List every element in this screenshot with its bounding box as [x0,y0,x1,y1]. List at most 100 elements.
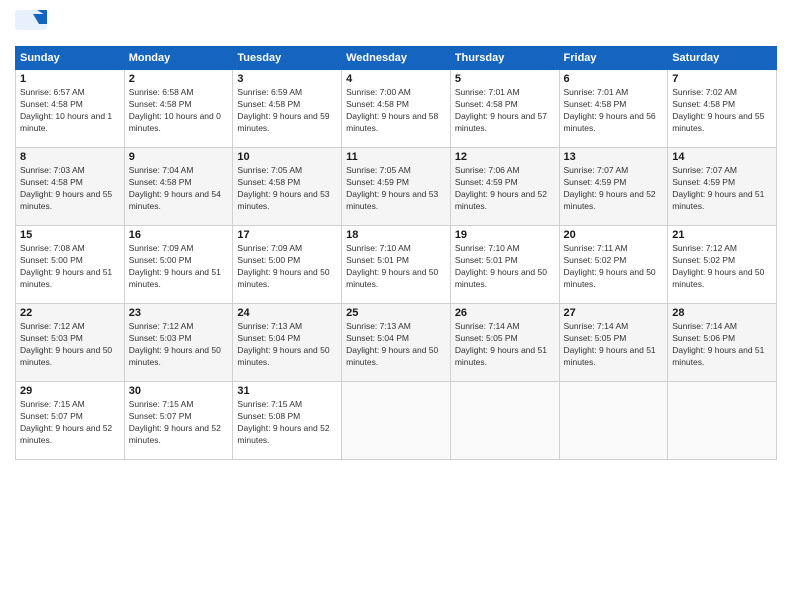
calendar-cell: 3 Sunrise: 6:59 AM Sunset: 4:58 PM Dayli… [233,70,342,148]
calendar-cell [668,382,777,460]
day-number: 5 [455,73,555,85]
day-info: Sunrise: 7:07 AM Sunset: 4:59 PM Dayligh… [564,165,664,213]
day-info: Sunrise: 7:06 AM Sunset: 4:59 PM Dayligh… [455,165,555,213]
day-number: 20 [564,229,664,241]
day-info: Sunrise: 7:15 AM Sunset: 5:07 PM Dayligh… [129,399,229,447]
day-info: Sunrise: 7:01 AM Sunset: 4:58 PM Dayligh… [455,87,555,135]
calendar-cell: 2 Sunrise: 6:58 AM Sunset: 4:58 PM Dayli… [124,70,233,148]
weekday-header-friday: Friday [559,47,668,70]
calendar-cell: 18 Sunrise: 7:10 AM Sunset: 5:01 PM Dayl… [342,226,451,304]
day-info: Sunrise: 7:00 AM Sunset: 4:58 PM Dayligh… [346,87,446,135]
weekday-header-tuesday: Tuesday [233,47,342,70]
day-info: Sunrise: 7:09 AM Sunset: 5:00 PM Dayligh… [129,243,229,291]
calendar-cell: 10 Sunrise: 7:05 AM Sunset: 4:58 PM Dayl… [233,148,342,226]
day-number: 25 [346,307,446,319]
logo-icon [15,10,47,38]
day-number: 22 [20,307,120,319]
weekday-header-thursday: Thursday [450,47,559,70]
day-info: Sunrise: 7:05 AM Sunset: 4:59 PM Dayligh… [346,165,446,213]
day-info: Sunrise: 7:10 AM Sunset: 5:01 PM Dayligh… [455,243,555,291]
day-info: Sunrise: 7:10 AM Sunset: 5:01 PM Dayligh… [346,243,446,291]
day-info: Sunrise: 6:59 AM Sunset: 4:58 PM Dayligh… [237,87,337,135]
calendar-cell: 20 Sunrise: 7:11 AM Sunset: 5:02 PM Dayl… [559,226,668,304]
day-info: Sunrise: 7:15 AM Sunset: 5:07 PM Dayligh… [20,399,120,447]
calendar-cell: 9 Sunrise: 7:04 AM Sunset: 4:58 PM Dayli… [124,148,233,226]
day-number: 31 [237,385,337,397]
weekday-header-monday: Monday [124,47,233,70]
day-info: Sunrise: 7:09 AM Sunset: 5:00 PM Dayligh… [237,243,337,291]
day-number: 8 [20,151,120,163]
day-number: 24 [237,307,337,319]
weekday-header-sunday: Sunday [16,47,125,70]
calendar-cell: 31 Sunrise: 7:15 AM Sunset: 5:08 PM Dayl… [233,382,342,460]
day-number: 15 [20,229,120,241]
day-info: Sunrise: 7:11 AM Sunset: 5:02 PM Dayligh… [564,243,664,291]
day-info: Sunrise: 7:05 AM Sunset: 4:58 PM Dayligh… [237,165,337,213]
day-number: 21 [672,229,772,241]
day-number: 30 [129,385,229,397]
day-number: 18 [346,229,446,241]
calendar-cell: 4 Sunrise: 7:00 AM Sunset: 4:58 PM Dayli… [342,70,451,148]
calendar-cell: 12 Sunrise: 7:06 AM Sunset: 4:59 PM Dayl… [450,148,559,226]
calendar-cell [450,382,559,460]
day-info: Sunrise: 6:57 AM Sunset: 4:58 PM Dayligh… [20,87,120,135]
calendar-cell [559,382,668,460]
calendar-cell: 29 Sunrise: 7:15 AM Sunset: 5:07 PM Dayl… [16,382,125,460]
day-number: 9 [129,151,229,163]
day-number: 11 [346,151,446,163]
day-info: Sunrise: 7:14 AM Sunset: 5:05 PM Dayligh… [455,321,555,369]
day-number: 28 [672,307,772,319]
day-number: 10 [237,151,337,163]
weekday-header-saturday: Saturday [668,47,777,70]
day-info: Sunrise: 7:13 AM Sunset: 5:04 PM Dayligh… [237,321,337,369]
calendar-cell: 30 Sunrise: 7:15 AM Sunset: 5:07 PM Dayl… [124,382,233,460]
calendar-cell: 7 Sunrise: 7:02 AM Sunset: 4:58 PM Dayli… [668,70,777,148]
calendar-cell: 17 Sunrise: 7:09 AM Sunset: 5:00 PM Dayl… [233,226,342,304]
calendar-cell: 23 Sunrise: 7:12 AM Sunset: 5:03 PM Dayl… [124,304,233,382]
calendar-cell: 15 Sunrise: 7:08 AM Sunset: 5:00 PM Dayl… [16,226,125,304]
day-info: Sunrise: 7:13 AM Sunset: 5:04 PM Dayligh… [346,321,446,369]
calendar-cell: 24 Sunrise: 7:13 AM Sunset: 5:04 PM Dayl… [233,304,342,382]
calendar-cell: 13 Sunrise: 7:07 AM Sunset: 4:59 PM Dayl… [559,148,668,226]
day-number: 3 [237,73,337,85]
day-number: 6 [564,73,664,85]
day-number: 19 [455,229,555,241]
day-number: 14 [672,151,772,163]
calendar-cell: 8 Sunrise: 7:03 AM Sunset: 4:58 PM Dayli… [16,148,125,226]
day-info: Sunrise: 7:04 AM Sunset: 4:58 PM Dayligh… [129,165,229,213]
calendar-cell: 11 Sunrise: 7:05 AM Sunset: 4:59 PM Dayl… [342,148,451,226]
day-info: Sunrise: 6:58 AM Sunset: 4:58 PM Dayligh… [129,87,229,135]
calendar-cell: 26 Sunrise: 7:14 AM Sunset: 5:05 PM Dayl… [450,304,559,382]
day-number: 7 [672,73,772,85]
calendar-cell: 1 Sunrise: 6:57 AM Sunset: 4:58 PM Dayli… [16,70,125,148]
day-info: Sunrise: 7:08 AM Sunset: 5:00 PM Dayligh… [20,243,120,291]
day-number: 16 [129,229,229,241]
calendar-cell: 28 Sunrise: 7:14 AM Sunset: 5:06 PM Dayl… [668,304,777,382]
day-number: 17 [237,229,337,241]
day-number: 1 [20,73,120,85]
day-info: Sunrise: 7:14 AM Sunset: 5:06 PM Dayligh… [672,321,772,369]
day-number: 29 [20,385,120,397]
day-info: Sunrise: 7:07 AM Sunset: 4:59 PM Dayligh… [672,165,772,213]
calendar-cell: 5 Sunrise: 7:01 AM Sunset: 4:58 PM Dayli… [450,70,559,148]
day-number: 13 [564,151,664,163]
day-info: Sunrise: 7:14 AM Sunset: 5:05 PM Dayligh… [564,321,664,369]
calendar-table: SundayMondayTuesdayWednesdayThursdayFrid… [15,46,777,460]
calendar-cell: 27 Sunrise: 7:14 AM Sunset: 5:05 PM Dayl… [559,304,668,382]
calendar-cell: 19 Sunrise: 7:10 AM Sunset: 5:01 PM Dayl… [450,226,559,304]
calendar-cell: 21 Sunrise: 7:12 AM Sunset: 5:02 PM Dayl… [668,226,777,304]
logo [15,10,51,38]
day-number: 12 [455,151,555,163]
calendar-cell [342,382,451,460]
calendar-cell: 22 Sunrise: 7:12 AM Sunset: 5:03 PM Dayl… [16,304,125,382]
calendar-cell: 16 Sunrise: 7:09 AM Sunset: 5:00 PM Dayl… [124,226,233,304]
page-container: SundayMondayTuesdayWednesdayThursdayFrid… [0,0,792,465]
calendar-cell: 6 Sunrise: 7:01 AM Sunset: 4:58 PM Dayli… [559,70,668,148]
calendar-cell: 25 Sunrise: 7:13 AM Sunset: 5:04 PM Dayl… [342,304,451,382]
calendar-cell: 14 Sunrise: 7:07 AM Sunset: 4:59 PM Dayl… [668,148,777,226]
day-info: Sunrise: 7:12 AM Sunset: 5:03 PM Dayligh… [129,321,229,369]
day-info: Sunrise: 7:01 AM Sunset: 4:58 PM Dayligh… [564,87,664,135]
day-number: 26 [455,307,555,319]
day-info: Sunrise: 7:12 AM Sunset: 5:03 PM Dayligh… [20,321,120,369]
day-number: 23 [129,307,229,319]
